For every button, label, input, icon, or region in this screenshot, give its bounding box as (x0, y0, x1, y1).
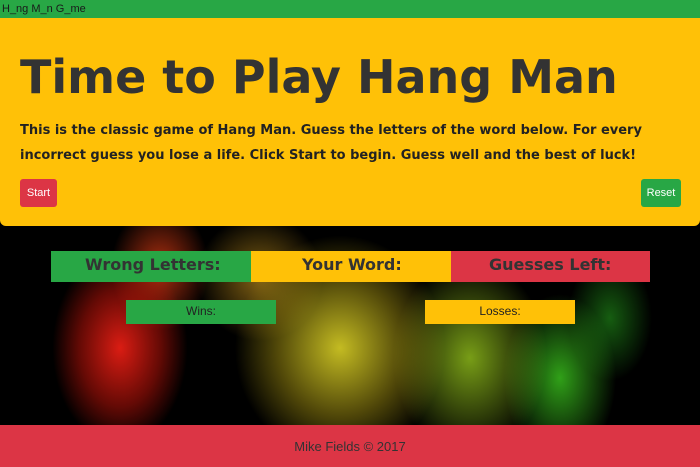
losses-counter: Losses: (425, 300, 575, 324)
your-word-label: Your Word: (251, 251, 451, 282)
wins-counter: Wins: (126, 300, 276, 324)
jumbotron: Time to Play Hang Man This is the classi… (0, 18, 700, 226)
reset-button[interactable]: Reset (641, 179, 681, 207)
guesses-left-label: Guesses Left: (451, 251, 650, 282)
footer: Mike Fields © 2017 (0, 425, 700, 467)
game-description: This is the classic game of Hang Man. Gu… (20, 123, 642, 163)
wrong-letters-label: Wrong Letters: (51, 251, 251, 282)
window-title: H_ng M_n G_me (0, 0, 700, 18)
start-button[interactable]: Start (20, 179, 57, 207)
page: H_ng M_n G_me Time to Play Hang Man This… (0, 0, 700, 467)
page-title: Time to Play Hang Man (20, 50, 618, 104)
